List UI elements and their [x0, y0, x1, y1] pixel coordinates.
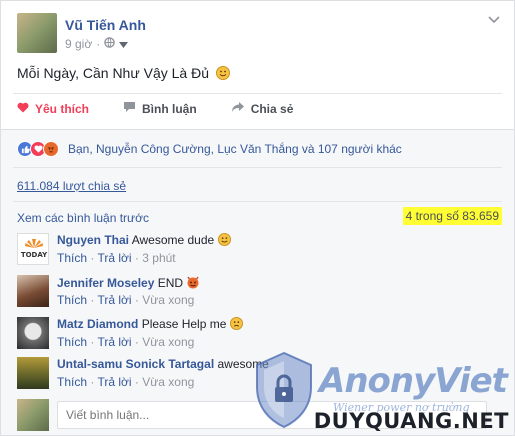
comment-text: Awesome dude	[131, 233, 215, 247]
reaction-icons	[17, 141, 59, 157]
privacy-dropdown-icon[interactable]	[119, 37, 129, 51]
comment-text: Please Help me	[141, 317, 227, 331]
commenter-name[interactable]: Nguyen Thai	[57, 233, 129, 247]
smile-emoji-icon	[215, 66, 230, 80]
comment-time[interactable]: 3 phút	[142, 251, 175, 265]
comment-reply-link[interactable]: Trả lời	[97, 251, 131, 265]
commenter-avatar[interactable]: TODAY	[17, 233, 49, 265]
comment-like-link[interactable]: Thích	[57, 375, 87, 389]
author-avatar[interactable]	[17, 13, 57, 53]
post-text: Mỗi Ngày, Cần Như Vậy Là Đủ	[17, 65, 230, 81]
reactions-summary[interactable]: Bạn, Nguyễn Công Cường, Lục Văn Thắng và…	[17, 141, 402, 157]
comment-item: Untal-samu Sonick Tartagal awesome Thích…	[17, 357, 497, 397]
comment-like-link[interactable]: Thích	[57, 335, 87, 349]
post-card: Vũ Tiến Anh 9 giờ · Mỗi Ngày, Cần Như Vậ…	[0, 0, 515, 436]
comment-item: Jennifer Moseley END Thích · Trả lời · V…	[17, 275, 497, 315]
commenter-name[interactable]: Matz Diamond	[57, 317, 138, 331]
comment-time[interactable]: Vừa xong	[142, 375, 194, 389]
smile-emoji-icon	[217, 233, 231, 246]
divider	[1, 129, 514, 130]
divider	[13, 93, 502, 94]
divider	[13, 167, 502, 168]
like-button[interactable]: Yêu thích	[17, 101, 89, 116]
comment-item: Matz Diamond Please Help me Thích · Trả …	[17, 317, 497, 357]
comment-reply-link[interactable]: Trả lời	[97, 335, 131, 349]
divider	[13, 201, 502, 202]
comment-time[interactable]: Vừa xong	[142, 335, 194, 349]
share-button[interactable]: Chia sẻ	[231, 101, 293, 116]
post-time[interactable]: 9 giờ	[65, 37, 92, 51]
comment-like-link[interactable]: Thích	[57, 251, 87, 265]
comment-button[interactable]: Bình luận	[123, 101, 197, 116]
comment-input[interactable]	[57, 401, 487, 429]
current-user-avatar	[17, 399, 49, 431]
comment-item: TODAY Nguyen Thai Awesome dude Thích · T…	[17, 233, 497, 273]
comment-like-link[interactable]: Thích	[57, 293, 87, 307]
comment-time[interactable]: Vừa xong	[142, 293, 194, 307]
shares-count-link[interactable]: 611.084 lượt chia sẻ	[17, 179, 126, 193]
post-actions: Yêu thích Bình luận Chia sẻ	[17, 101, 497, 116]
comment-reply-link[interactable]: Trả lời	[97, 293, 131, 307]
comment-reply-link[interactable]: Trả lời	[97, 375, 131, 389]
angry-icon	[43, 141, 59, 157]
comment-text: awesome	[217, 357, 269, 371]
comment-text: END	[157, 276, 184, 290]
frown-emoji-icon	[229, 317, 243, 330]
commenter-avatar[interactable]	[17, 275, 49, 307]
globe-icon	[104, 37, 115, 51]
comment-count-badge: 4 trong số 83.659	[402, 207, 502, 225]
comment-icon	[123, 101, 136, 116]
commenter-avatar[interactable]	[17, 317, 49, 349]
devil-emoji-icon	[186, 275, 200, 292]
svg-text:TODAY: TODAY	[21, 251, 48, 259]
write-comment-row	[17, 399, 497, 431]
view-previous-comments-link[interactable]: Xem các bình luận trước	[17, 211, 149, 225]
commenter-name[interactable]: Jennifer Moseley	[57, 276, 154, 290]
reactions-text[interactable]: Bạn, Nguyễn Công Cường, Lục Văn Thắng và…	[68, 142, 402, 156]
heart-icon	[17, 102, 29, 116]
chevron-down-icon[interactable]	[488, 15, 500, 27]
share-icon	[231, 101, 245, 116]
post-meta: 9 giờ ·	[65, 37, 129, 51]
author-name[interactable]: Vũ Tiến Anh	[65, 17, 146, 33]
commenter-name[interactable]: Untal-samu Sonick Tartagal	[57, 357, 214, 371]
commenter-avatar[interactable]	[17, 357, 49, 389]
